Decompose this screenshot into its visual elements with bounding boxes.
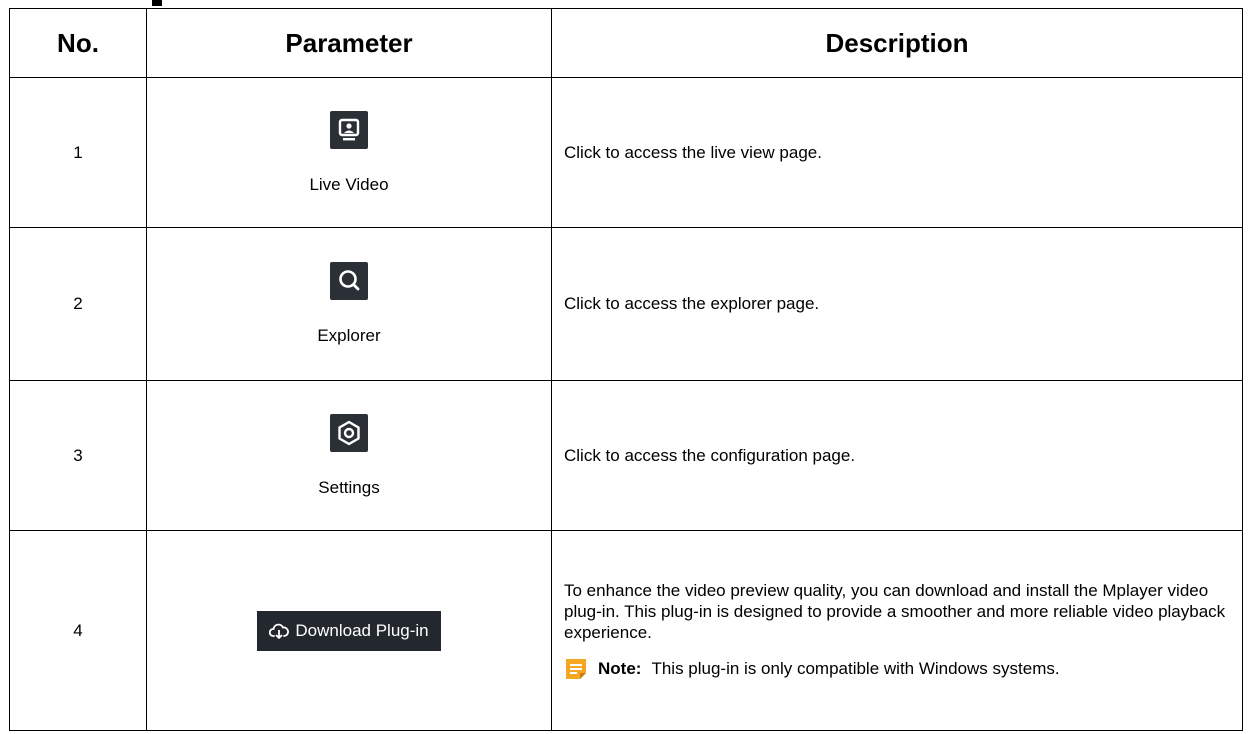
section-heading-fragment bbox=[142, 0, 282, 6]
table-row: 2 Explorer Click to access the explorer bbox=[9, 227, 1243, 381]
description-text: To enhance the video preview quality, yo… bbox=[564, 581, 1226, 642]
table-row: 1 Live Video Click to access the live vi… bbox=[9, 77, 1243, 228]
table-row: 4 Download Plug-in To enhance the video … bbox=[9, 530, 1243, 731]
parameters-table: No. Parameter Description 1 Live Video C… bbox=[9, 8, 1243, 731]
description-text: Click to access the explorer page. bbox=[564, 294, 820, 313]
description-cell: Click to access the configuration page. bbox=[551, 380, 1243, 531]
description-cell: Click to access the explorer page. bbox=[551, 227, 1243, 381]
gear-settings-icon bbox=[330, 413, 368, 452]
description-text: Click to access the configuration page. bbox=[564, 445, 856, 465]
note: Note: This plug-in is only compatible wi… bbox=[564, 657, 1230, 681]
header-description: Description bbox=[551, 8, 1243, 78]
note-icon bbox=[566, 659, 586, 679]
parameter-cell: Settings bbox=[146, 380, 552, 531]
row-number: 3 bbox=[9, 380, 147, 531]
header-no: No. bbox=[9, 8, 147, 78]
download-plugin-button: Download Plug-in bbox=[257, 610, 441, 651]
note-text: This plug-in is only compatible with Win… bbox=[651, 659, 1060, 678]
parameter-cell: Explorer bbox=[146, 227, 552, 381]
parameter-label: Live Video bbox=[309, 174, 389, 194]
magnifier-search-icon bbox=[330, 262, 368, 300]
download-cloud-icon bbox=[269, 623, 290, 639]
download-plugin-label: Download Plug-in bbox=[295, 620, 429, 640]
note-label: Note: bbox=[598, 659, 642, 678]
row-number: 2 bbox=[9, 227, 147, 381]
header-parameter: Parameter bbox=[146, 8, 552, 78]
parameter-label: Explorer bbox=[317, 326, 381, 345]
page: No. Parameter Description 1 Live Video C… bbox=[0, 0, 1250, 734]
live-video-monitor-icon bbox=[330, 110, 368, 149]
parameter-label: Settings bbox=[318, 477, 380, 497]
parameter-cell: Live Video bbox=[146, 77, 552, 228]
description-cell: To enhance the video preview quality, yo… bbox=[551, 530, 1243, 731]
description-cell: Click to access the live view page. bbox=[551, 77, 1243, 228]
parameter-cell: Download Plug-in bbox=[146, 530, 552, 731]
table-row: 3 Settings Click to access the configura… bbox=[9, 380, 1243, 531]
row-number: 1 bbox=[9, 77, 147, 228]
row-number: 4 bbox=[9, 530, 147, 731]
clipped-heading-glyphs bbox=[152, 0, 162, 6]
table-header-row: No. Parameter Description bbox=[9, 8, 1243, 78]
description-text: Click to access the live view page. bbox=[564, 142, 822, 162]
